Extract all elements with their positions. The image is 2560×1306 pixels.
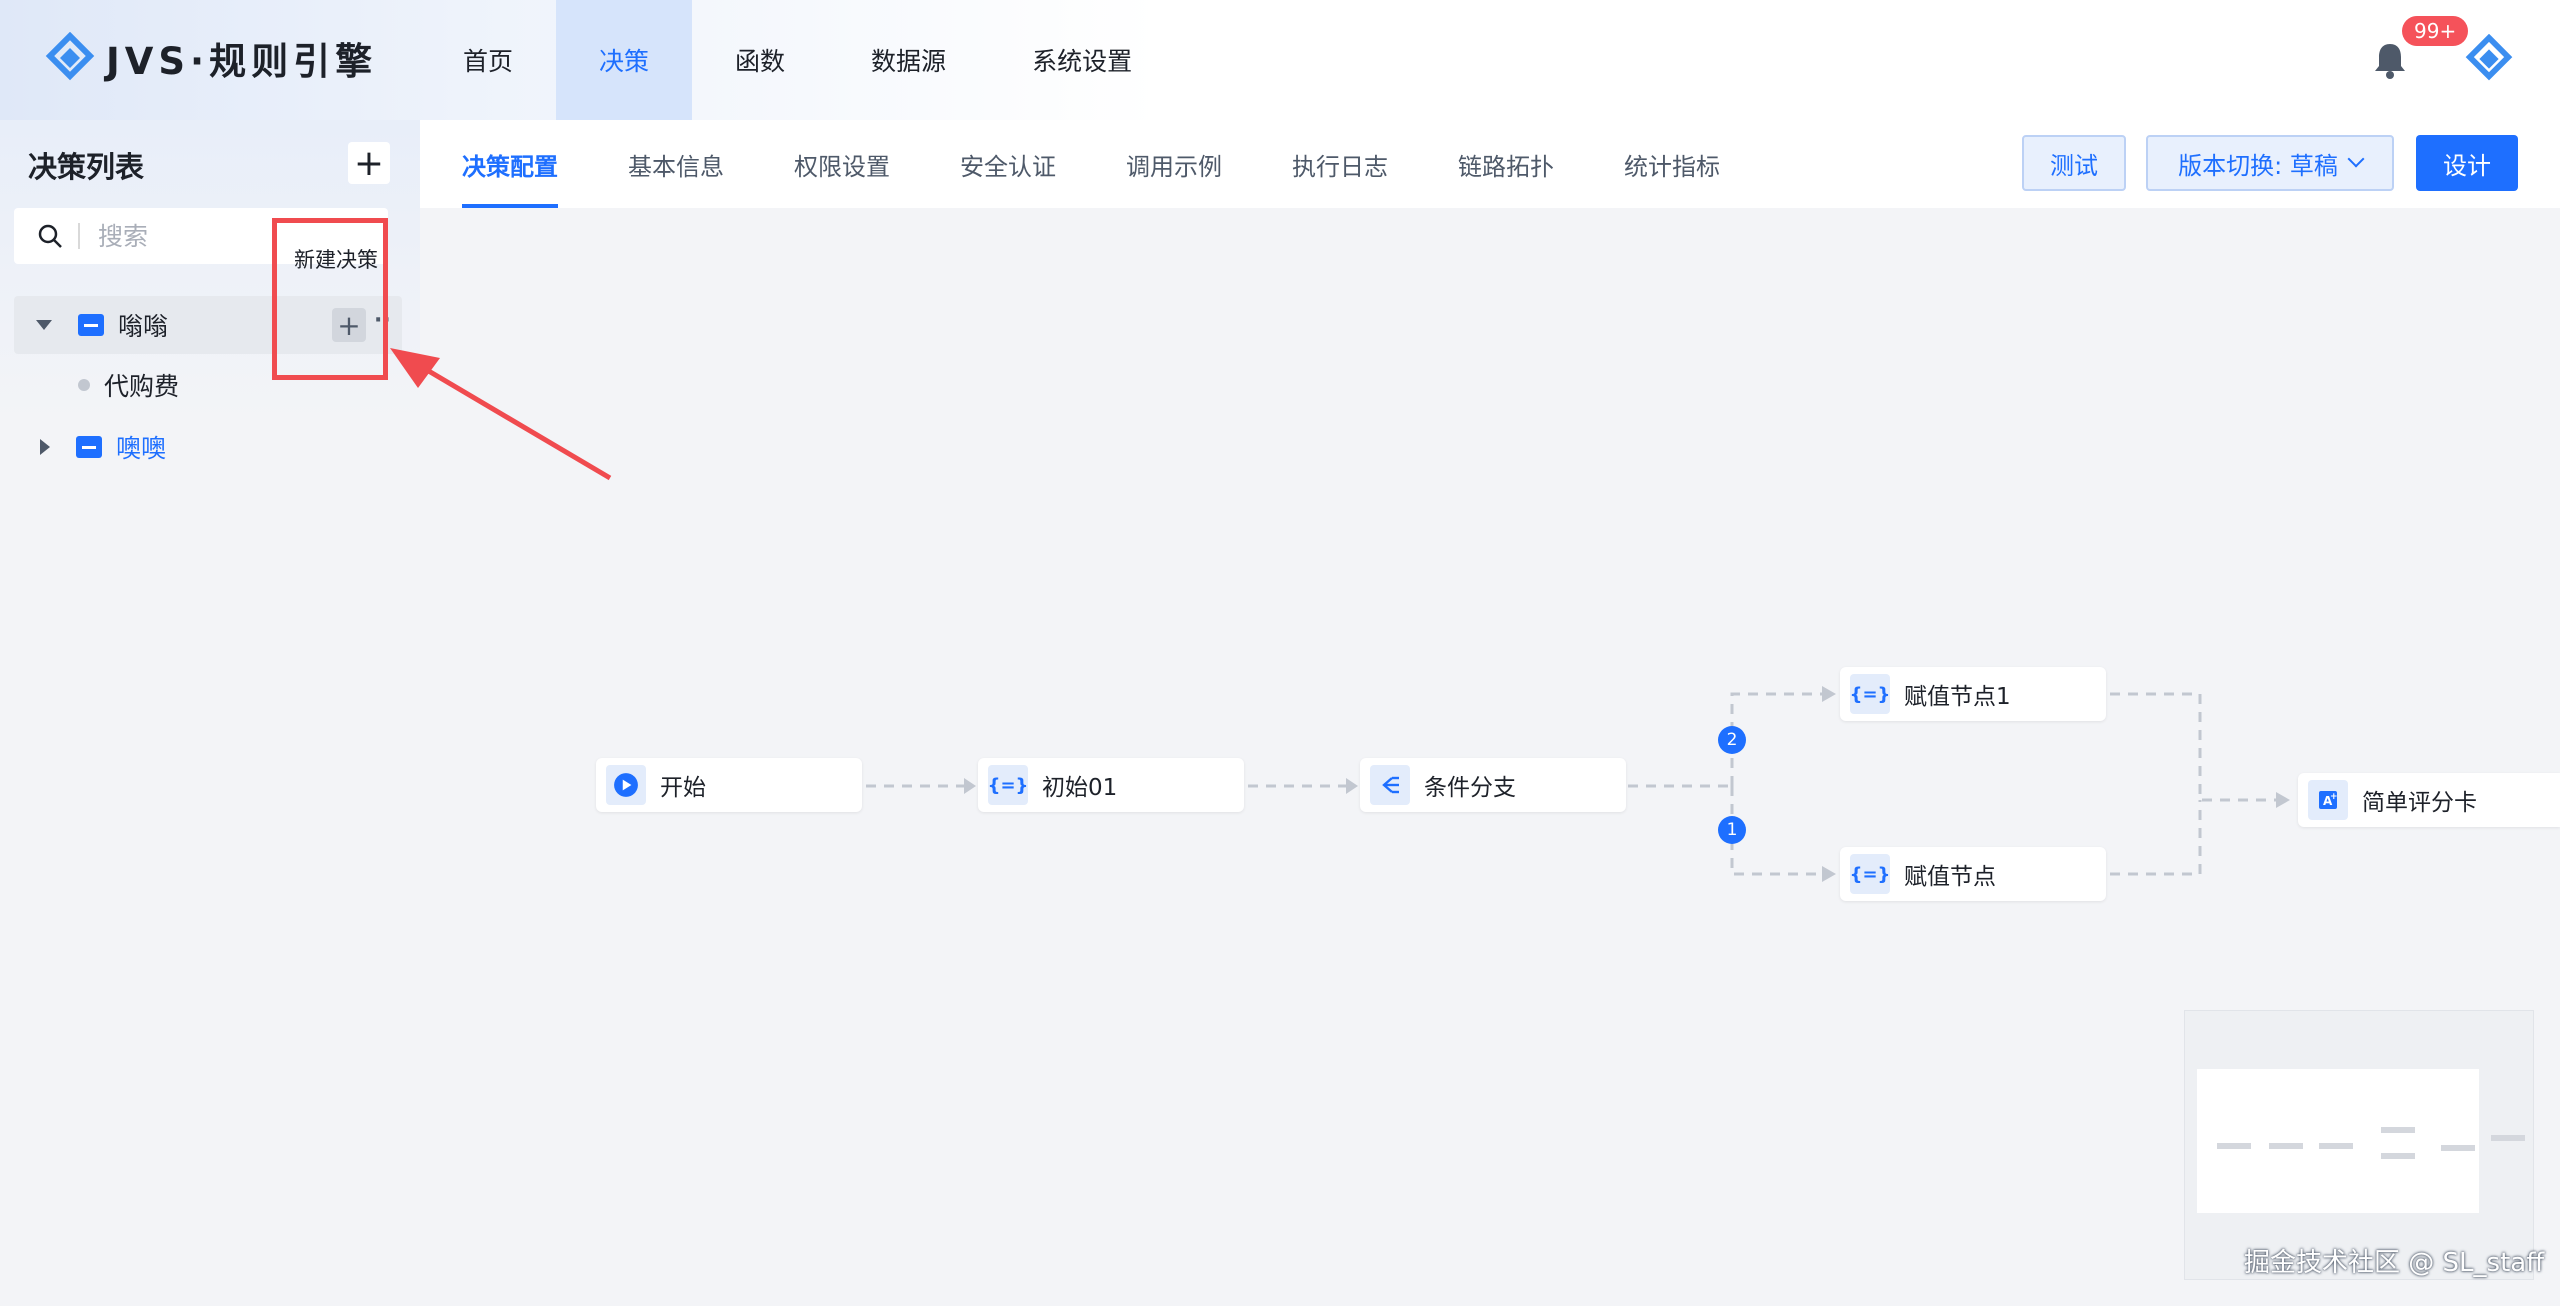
nav-item-datasource[interactable]: 数据源 (828, 0, 989, 120)
app-logo[interactable]: JVS·规则引擎 (44, 28, 377, 88)
flow-node-scorecard[interactable]: A + 简单评分卡 (2298, 773, 2560, 827)
tab-security-auth[interactable]: 安全认证 (960, 120, 1056, 208)
notification-badge: 99+ (2402, 16, 2469, 46)
decision-tabs: 决策配置 基本信息 权限设置 安全认证 调用示例 执行日志 链路拓扑 统计指标 (462, 120, 1790, 208)
tree-folder-label: 噢噢 (116, 434, 167, 463)
tab-permissions[interactable]: 权限设置 (794, 120, 890, 208)
minimap-nodes (2217, 1127, 2525, 1159)
flow-node-condition[interactable]: 条件分支 (1360, 758, 1626, 812)
logo-icon (45, 32, 95, 81)
tree-item-label: 代购费 (104, 372, 180, 401)
search-icon (38, 224, 62, 248)
caret-right-icon[interactable] (40, 439, 50, 455)
play-icon (606, 765, 646, 805)
tab-execution-log[interactable]: 执行日志 (1292, 120, 1388, 208)
annotation-arrow-icon (390, 348, 612, 481)
version-switch-label: 版本切换: 草稿 (2178, 151, 2338, 180)
flow-node-assign1[interactable]: {=} 赋值节点1 (1840, 667, 2106, 721)
flow-node-label: 赋值节点 (1904, 864, 1996, 890)
chevron-down-icon (2347, 150, 2365, 168)
flow-node-init[interactable]: {=} 初始01 (978, 758, 1244, 812)
minimap[interactable] (2184, 1010, 2534, 1280)
bell-icon[interactable] (2372, 40, 2408, 80)
flow-node-label: 初始01 (1042, 775, 1118, 801)
watermark: 掘金技术社区 @ SL_staff (2244, 1248, 2545, 1278)
nav-item-home[interactable]: 首页 (420, 0, 556, 120)
branch-icon (1370, 765, 1410, 805)
nav-item-decision[interactable]: 决策 (556, 0, 693, 120)
add-decision-button[interactable]: + (348, 142, 390, 184)
tab-call-example[interactable]: 调用示例 (1126, 120, 1222, 208)
sidebar-title: 决策列表 (28, 150, 145, 184)
flow-node-label: 条件分支 (1424, 775, 1516, 801)
avatar[interactable] (2464, 34, 2514, 84)
assign-icon: {=} (1850, 854, 1890, 894)
branch-number-badge[interactable]: 1 (1718, 816, 1746, 844)
main-nav: 首页 决策 函数 数据源 系统设置 (420, 0, 1175, 120)
tree-folder-label: 嗡嗡 (118, 312, 169, 341)
folder-icon (78, 314, 104, 336)
flow-node-assign[interactable]: {=} 赋值节点 (1840, 847, 2106, 901)
assign-icon: {=} (988, 765, 1028, 805)
search-divider (78, 223, 80, 249)
caret-down-icon[interactable] (36, 320, 52, 330)
test-button[interactable]: 测试 (2022, 135, 2126, 191)
scorecard-icon: A + (2308, 780, 2348, 820)
version-switch-dropdown[interactable]: 版本切换: 草稿 (2146, 135, 2394, 191)
bullet-icon (78, 379, 90, 391)
search-input[interactable] (98, 221, 298, 251)
flow-node-start[interactable]: 开始 (596, 758, 862, 812)
app-title: JVS·规则引擎 (106, 40, 378, 83)
tree-folder-ouou[interactable]: 噢噢 (14, 418, 402, 476)
branch-number-badge[interactable]: 2 (1718, 726, 1746, 754)
flow-node-label: 简单评分卡 (2362, 790, 2477, 816)
nav-item-settings[interactable]: 系统设置 (989, 0, 1175, 120)
top-header: JVS·规则引擎 首页 决策 函数 数据源 系统设置 99+ (0, 0, 2560, 120)
folder-icon (76, 436, 102, 458)
tab-trace-topology[interactable]: 链路拓扑 (1458, 120, 1554, 208)
assign-icon: {=} (1850, 674, 1890, 714)
design-button[interactable]: 设计 (2416, 135, 2518, 191)
svg-text:+: + (2330, 792, 2338, 802)
tab-decision-config[interactable]: 决策配置 (462, 120, 558, 208)
flow-node-label: 赋值节点1 (1904, 684, 2011, 710)
tab-basic-info[interactable]: 基本信息 (628, 120, 724, 208)
nav-item-function[interactable]: 函数 (692, 0, 828, 120)
flow-node-label: 开始 (660, 775, 706, 801)
tab-statistics[interactable]: 统计指标 (1624, 120, 1720, 208)
